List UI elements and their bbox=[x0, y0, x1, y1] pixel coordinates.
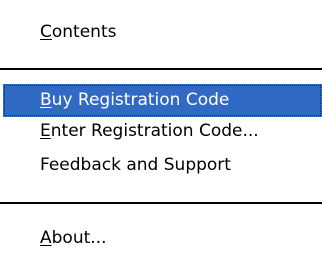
menu-separator bbox=[0, 202, 322, 204]
help-menu: Contents Buy Registration Code Enter Reg… bbox=[0, 0, 322, 259]
menu-item-contents[interactable]: Contents bbox=[40, 22, 116, 42]
menu-item-feedback-and-support[interactable]: Feedback and Support bbox=[40, 155, 231, 175]
menu-separator bbox=[0, 68, 322, 70]
menu-item-label: Feedback and Support bbox=[40, 155, 231, 175]
label-rest: uy Registration Code bbox=[51, 90, 230, 110]
menu-item-enter-registration-code[interactable]: Enter Registration Code... bbox=[40, 121, 259, 141]
mnemonic-letter: B bbox=[40, 90, 52, 110]
mnemonic-letter: C bbox=[40, 22, 52, 42]
label-rest: ontents bbox=[51, 22, 117, 42]
label-rest: bout... bbox=[51, 228, 107, 248]
mnemonic-letter: E bbox=[40, 121, 51, 141]
menu-item-label: Enter Registration Code... bbox=[40, 121, 259, 141]
menu-item-about[interactable]: About... bbox=[40, 228, 106, 248]
menu-item-buy-registration-code[interactable]: Buy Registration Code bbox=[40, 90, 229, 110]
label-rest: nter Registration Code... bbox=[50, 121, 259, 141]
mnemonic-letter: A bbox=[40, 228, 52, 248]
menu-item-label: Contents bbox=[40, 22, 116, 42]
label-rest: Feedback and Support bbox=[40, 155, 231, 175]
menu-item-label: About... bbox=[40, 228, 106, 248]
menu-item-label: Buy Registration Code bbox=[40, 90, 229, 110]
